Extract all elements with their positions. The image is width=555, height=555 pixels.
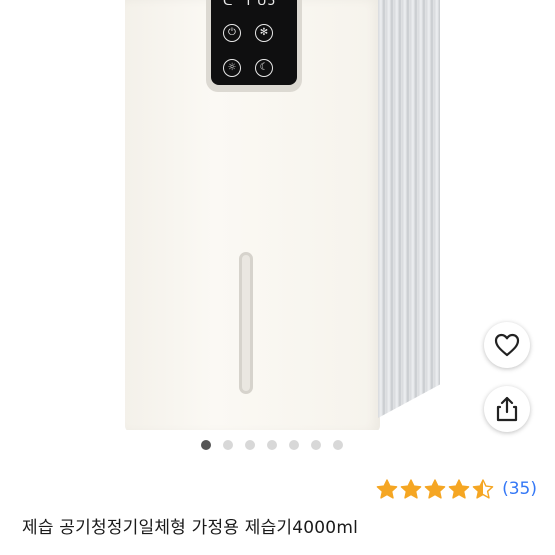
wishlist-button[interactable]: [484, 322, 530, 368]
share-icon: [496, 396, 518, 422]
moon-icon: ☾: [255, 59, 273, 77]
control-panel-screen: ᑕ ᒣ ᑌ5 ⏻ ✻ ☼ ☾: [211, 0, 297, 85]
share-button[interactable]: [484, 386, 530, 432]
carousel-dot[interactable]: [311, 440, 321, 450]
product-title: 제습 공기청정기일체형 가정용 제습기4000ml: [22, 518, 358, 538]
star-icon: [448, 479, 470, 499]
carousel-dot[interactable]: [333, 440, 343, 450]
display-readout-left: ᑕ ᒣ: [223, 0, 252, 9]
water-level-window: [239, 252, 253, 394]
carousel-dot[interactable]: [223, 440, 233, 450]
carousel-dot[interactable]: [267, 440, 277, 450]
carousel-dot[interactable]: [201, 440, 211, 450]
display-readout-right: ᑌ5: [257, 0, 277, 9]
rating-stars: [376, 478, 496, 500]
star-icon: [424, 479, 446, 499]
star-icon: [376, 479, 398, 499]
power-icon: ⏻: [223, 24, 241, 42]
carousel-indicator: [201, 440, 343, 450]
gear-icon: ✻: [255, 24, 273, 42]
carousel-dot[interactable]: [289, 440, 299, 450]
dehumidifier-vent-side: [378, 0, 440, 418]
review-count-link[interactable]: (35): [502, 479, 537, 499]
product-rating[interactable]: (35): [376, 478, 537, 500]
star-icon: [472, 479, 494, 499]
light-icon: ☼: [223, 59, 241, 77]
heart-icon: [494, 333, 520, 357]
product-image[interactable]: ᑕ ᒣ ᑌ5 ⏻ ✻ ☼ ☾: [0, 0, 555, 430]
star-icon: [400, 479, 422, 499]
carousel-dot[interactable]: [245, 440, 255, 450]
